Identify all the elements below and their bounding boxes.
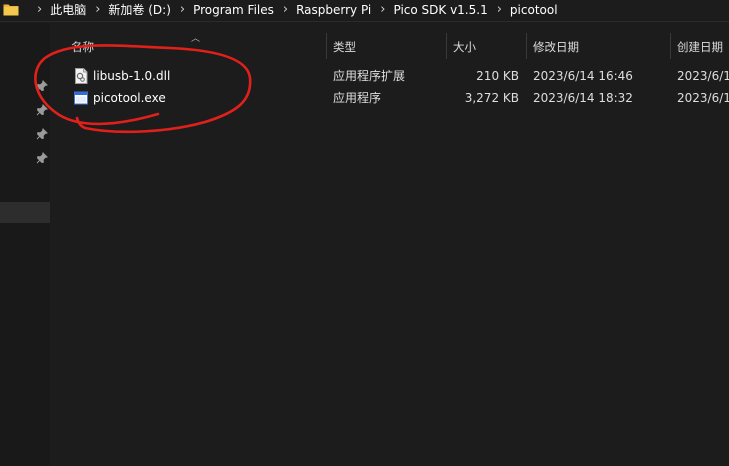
navigation-pane xyxy=(0,23,50,466)
file-created-date: 2023/6/1 xyxy=(677,69,729,83)
file-size: 210 KB xyxy=(476,69,519,83)
file-type: 应用程序 xyxy=(333,91,382,105)
column-header-size[interactable]: 大小 xyxy=(453,39,476,55)
file-name[interactable]: picotool.exe xyxy=(93,91,166,105)
pin-icon[interactable] xyxy=(36,104,48,116)
file-modified-date: 2023/6/14 16:46 xyxy=(533,69,633,83)
dll-file-icon xyxy=(75,68,88,84)
nav-item-selected[interactable] xyxy=(0,202,50,223)
column-divider[interactable] xyxy=(326,33,327,59)
breadcrumb: › 此电脑 › 新加卷 (D:) › Program Files › Raspb… xyxy=(28,2,558,18)
folder-icon xyxy=(3,4,19,16)
column-header-type[interactable]: 类型 xyxy=(333,39,356,55)
column-divider[interactable] xyxy=(526,33,527,59)
column-header-modified[interactable]: 修改日期 xyxy=(533,39,579,55)
file-size: 3,272 KB xyxy=(464,91,519,105)
file-modified-date: 2023/6/14 18:32 xyxy=(533,91,633,105)
breadcrumb-raspberry-pi[interactable]: Raspberry Pi xyxy=(296,3,371,17)
pin-icon[interactable] xyxy=(36,152,48,164)
breadcrumb-separator: › xyxy=(380,2,386,17)
breadcrumb-separator: › xyxy=(282,2,289,17)
breadcrumb-separator: › xyxy=(95,2,101,17)
file-row[interactable]: picotool.exe 应用程序 3,272 KB 2023/6/14 18:… xyxy=(52,87,729,109)
column-divider[interactable] xyxy=(446,33,447,59)
breadcrumb-picotool[interactable]: picotool xyxy=(510,3,558,17)
column-header-row: 名称 类型 大小 修改日期 创建日期 xyxy=(52,33,729,59)
address-bar[interactable]: › 此电脑 › 新加卷 (D:) › Program Files › Raspb… xyxy=(0,0,729,22)
file-explorer-window: › 此电脑 › 新加卷 (D:) › Program Files › Raspb… xyxy=(0,0,729,466)
breadcrumb-separator: › xyxy=(496,2,502,17)
breadcrumb-drive-d[interactable]: 新加卷 (D:) xyxy=(108,3,170,17)
file-row[interactable]: libusb-1.0.dll 应用程序扩展 210 KB 2023/6/14 1… xyxy=(52,65,729,87)
file-created-date: 2023/6/1 xyxy=(677,91,729,105)
exe-file-icon xyxy=(74,91,88,105)
pin-icon[interactable] xyxy=(36,80,48,92)
file-type: 应用程序扩展 xyxy=(333,69,406,83)
breadcrumb-this-pc[interactable]: 此电脑 xyxy=(50,3,86,17)
breadcrumb-separator: › xyxy=(37,2,43,17)
breadcrumb-pico-sdk[interactable]: Pico SDK v1.5.1 xyxy=(393,3,487,17)
column-divider[interactable] xyxy=(670,33,671,59)
file-name[interactable]: libusb-1.0.dll xyxy=(93,69,170,83)
pin-icon[interactable] xyxy=(36,128,48,140)
column-header-created[interactable]: 创建日期 xyxy=(677,39,723,55)
breadcrumb-program-files[interactable]: Program Files xyxy=(193,3,274,17)
breadcrumb-separator: › xyxy=(179,2,186,17)
column-header-name[interactable]: 名称 xyxy=(71,39,94,55)
